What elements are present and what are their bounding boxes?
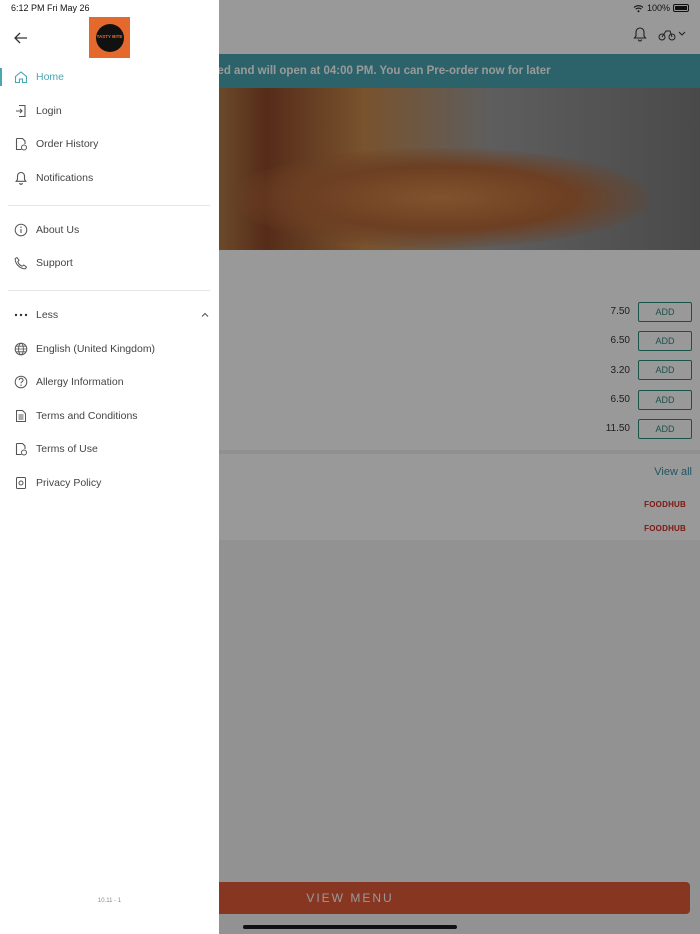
home-indicator: [243, 925, 457, 929]
document-icon: [13, 409, 28, 424]
nav-support-label: Support: [36, 257, 73, 269]
nav-allergy-info-label: Allergy Information: [36, 376, 124, 388]
privacy-icon: [13, 476, 28, 491]
nav-terms-conditions-label: Terms and Conditions: [36, 410, 138, 422]
nav-notifications-label: Notifications: [36, 172, 94, 184]
nav-less-label: Less: [36, 309, 59, 321]
nav-allergy-info[interactable]: Allergy Information: [0, 367, 219, 397]
drawer-divider: [8, 290, 210, 291]
nav-home[interactable]: Home: [0, 62, 219, 92]
nav-less-toggle[interactable]: Less: [0, 300, 219, 330]
nav-language-label: English (United Kingdom): [36, 343, 156, 355]
more-dots-icon: [13, 308, 28, 323]
status-bar: 6:12 PM Fri May 26 100%: [0, 0, 700, 16]
globe-icon: [13, 342, 28, 357]
nav-about-us-label: About Us: [36, 224, 80, 236]
order-history-icon: [13, 137, 28, 152]
logo-mark: TASTY BITE: [95, 23, 124, 52]
nav-terms-conditions[interactable]: Terms and Conditions: [0, 401, 219, 431]
info-icon: [13, 223, 28, 238]
side-drawer: TASTY BITE Home Login Order History Noti…: [0, 0, 219, 934]
nav-login[interactable]: Login: [0, 96, 219, 126]
restaurant-logo: TASTY BITE: [89, 17, 130, 58]
nav-about-us[interactable]: About Us: [0, 215, 219, 245]
terms-icon: [13, 442, 28, 457]
phone-icon: [13, 256, 28, 271]
nav-support[interactable]: Support: [0, 248, 219, 278]
question-icon: [13, 375, 28, 390]
nav-language[interactable]: English (United Kingdom): [0, 334, 219, 364]
drawer-divider: [8, 205, 210, 206]
nav-notifications[interactable]: Notifications: [0, 163, 219, 193]
login-icon: [13, 104, 28, 119]
battery-icon: [673, 4, 689, 12]
status-time: 6:12 PM Fri May 26: [11, 3, 90, 13]
nav-terms-of-use-label: Terms of Use: [36, 443, 98, 455]
chevron-up-icon: [200, 311, 210, 319]
wifi-icon: [633, 4, 644, 13]
battery-percent: 100%: [646, 3, 670, 13]
nav-privacy-policy[interactable]: Privacy Policy: [0, 468, 219, 498]
active-indicator: [0, 68, 2, 86]
back-arrow-icon[interactable]: [12, 30, 30, 46]
nav-order-history[interactable]: Order History: [0, 129, 219, 159]
home-icon: [13, 70, 28, 85]
nav-privacy-policy-label: Privacy Policy: [36, 477, 102, 489]
nav-home-label: Home: [36, 71, 65, 83]
status-indicators: 100%: [633, 3, 689, 13]
nav-login-label: Login: [36, 105, 62, 117]
app-screen: osed and will open at 04:00 PM. You can …: [0, 0, 700, 934]
nav-order-history-label: Order History: [36, 138, 99, 150]
bell-icon: [13, 171, 28, 186]
app-version: 10.11 - 1: [97, 898, 122, 904]
nav-terms-of-use[interactable]: Terms of Use: [0, 434, 219, 464]
